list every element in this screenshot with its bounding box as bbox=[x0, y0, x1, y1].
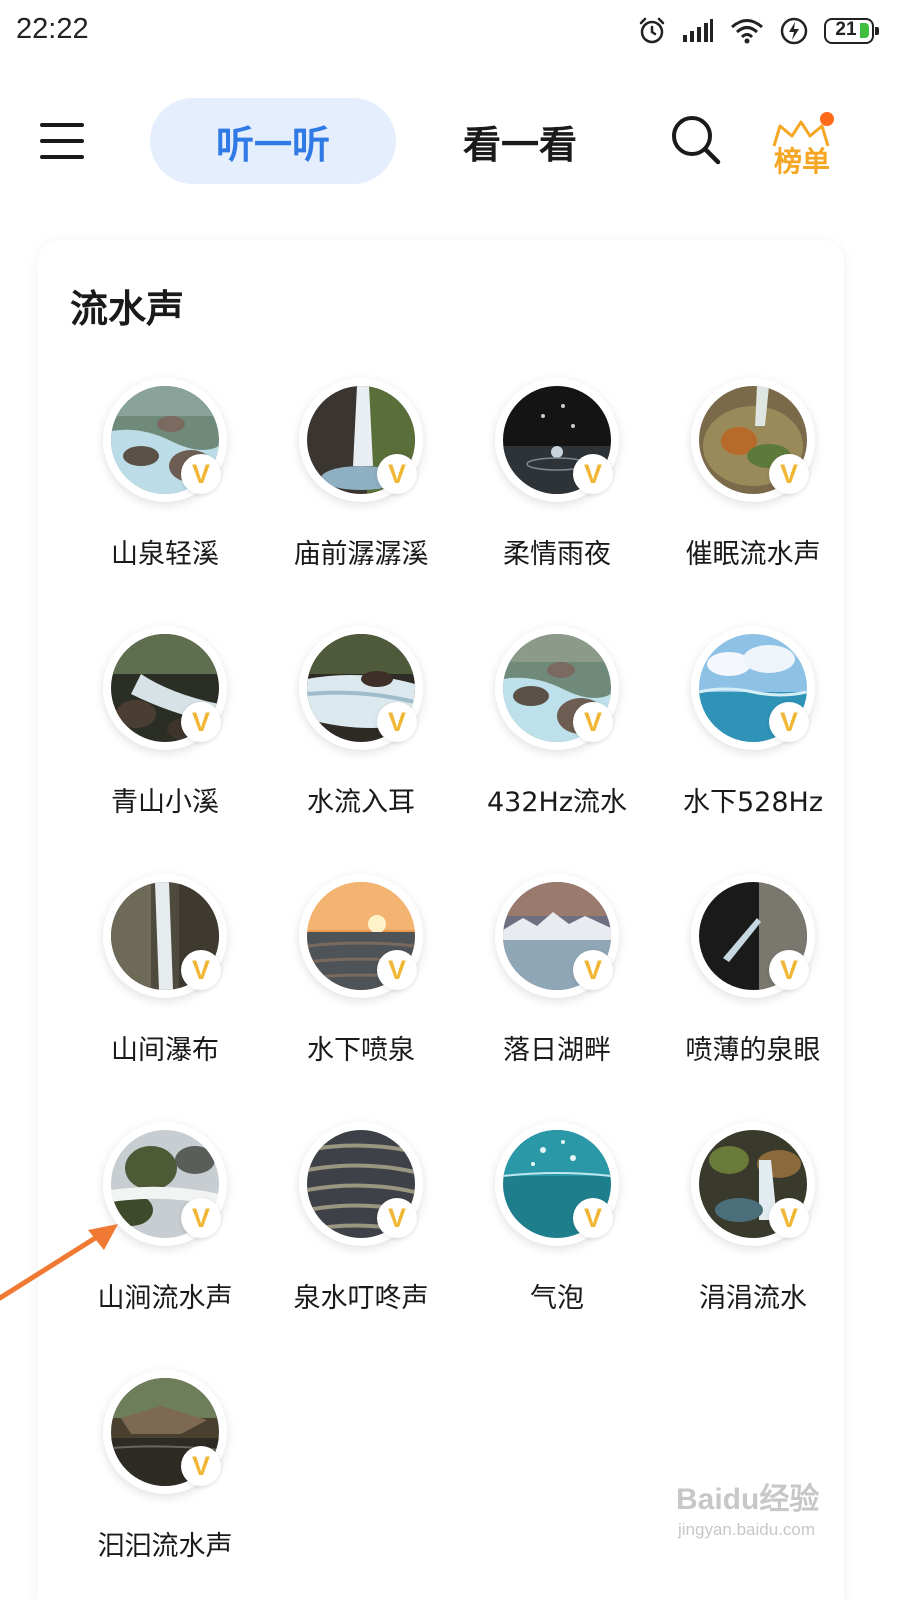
sound-item[interactable]: V 水流入耳 bbox=[254, 488, 450, 818]
vip-badge-text: V bbox=[191, 1450, 210, 1481]
ranking-button[interactable]: 榜单 bbox=[770, 110, 838, 180]
vip-badge-text: V bbox=[387, 954, 406, 985]
tab-watch[interactable]: 看一看 bbox=[420, 98, 620, 184]
vip-badge-icon: V bbox=[181, 1446, 221, 1486]
vip-badge-text: V bbox=[387, 458, 406, 489]
vip-badge-icon: V bbox=[377, 1198, 417, 1238]
sound-thumbnail[interactable]: V bbox=[495, 626, 619, 750]
menu-icon[interactable] bbox=[40, 119, 86, 165]
sound-thumbnail[interactable]: V bbox=[103, 626, 227, 750]
vip-badge-text: V bbox=[779, 458, 798, 489]
vip-badge-icon: V bbox=[573, 1198, 613, 1238]
ranking-label: 榜单 bbox=[774, 145, 831, 178]
status-icons: 21 bbox=[638, 14, 879, 48]
sound-category-card: 流水声 V 山泉轻溪 V 庙前潺潺溪 V 柔情雨夜 V 催眠流水声 V 青山小溪 V 水流入耳 V 432… bbox=[38, 240, 844, 1600]
vip-badge-text: V bbox=[779, 1202, 798, 1233]
sound-item[interactable]: V 432Hz流水 bbox=[450, 488, 646, 818]
vip-badge-text: V bbox=[583, 954, 602, 985]
battery-nub bbox=[875, 27, 879, 35]
sound-thumbnail[interactable]: V bbox=[299, 874, 423, 998]
sound-thumbnail[interactable]: V bbox=[495, 874, 619, 998]
sound-item[interactable]: V 山涧流水声 bbox=[58, 984, 254, 1314]
sound-thumbnail[interactable]: V bbox=[103, 1122, 227, 1246]
sound-item[interactable]: V 气泡 bbox=[450, 984, 646, 1314]
sound-thumbnail[interactable]: V bbox=[299, 378, 423, 502]
sound-item[interactable]: V 喷薄的泉眼 bbox=[646, 736, 842, 1066]
charging-icon bbox=[780, 17, 808, 45]
sound-item[interactable]: V 山泉轻溪 bbox=[58, 240, 254, 570]
vip-badge-text: V bbox=[583, 706, 602, 737]
status-time: 22:22 bbox=[16, 13, 89, 45]
tab-listen[interactable]: 听一听 bbox=[150, 98, 396, 184]
vip-badge-text: V bbox=[583, 1202, 602, 1233]
battery-level: 21 bbox=[835, 19, 857, 40]
sound-item-label: 汩汩流水声 bbox=[97, 1531, 233, 1562]
wifi-icon bbox=[730, 18, 764, 44]
sound-item[interactable]: V 涓涓流水 bbox=[646, 984, 842, 1314]
vip-badge-text: V bbox=[387, 1202, 406, 1233]
status-bar: 22:22 21 bbox=[0, 0, 900, 64]
vip-badge-text: V bbox=[387, 706, 406, 737]
sound-thumbnail[interactable]: V bbox=[691, 874, 815, 998]
sound-thumbnail[interactable]: V bbox=[691, 378, 815, 502]
signal-icon bbox=[682, 19, 714, 43]
sound-thumbnail[interactable]: V bbox=[103, 1370, 227, 1494]
vip-badge-text: V bbox=[779, 954, 798, 985]
vip-badge-icon: V bbox=[769, 1198, 809, 1238]
sound-item[interactable]: V 柔情雨夜 bbox=[450, 240, 646, 570]
sound-thumbnail[interactable]: V bbox=[495, 378, 619, 502]
sound-item[interactable]: V 水下528Hz bbox=[646, 488, 842, 818]
sound-item[interactable]: V 青山小溪 bbox=[58, 488, 254, 818]
vip-badge-text: V bbox=[191, 954, 210, 985]
header: 听一听 看一看 榜单 bbox=[0, 90, 900, 200]
vip-badge-text: V bbox=[191, 1202, 210, 1233]
screen: 22:22 21 听一听 看一看 榜单 流水声 V 山泉轻溪 V 庙前潺潺溪 V… bbox=[0, 0, 900, 1600]
sound-item[interactable]: V 水下喷泉 bbox=[254, 736, 450, 1066]
sound-thumbnail[interactable]: V bbox=[299, 1122, 423, 1246]
sound-item[interactable]: V 山间瀑布 bbox=[58, 736, 254, 1066]
battery-icon: 21 bbox=[824, 18, 879, 44]
vip-badge-text: V bbox=[779, 706, 798, 737]
alarm-icon bbox=[638, 17, 666, 45]
sound-thumbnail[interactable]: V bbox=[103, 874, 227, 998]
sound-item[interactable]: V 庙前潺潺溪 bbox=[254, 240, 450, 570]
sound-thumbnail[interactable]: V bbox=[103, 378, 227, 502]
search-icon[interactable] bbox=[668, 112, 724, 168]
sound-item-label: 气泡 bbox=[530, 1283, 584, 1314]
sound-thumbnail[interactable]: V bbox=[495, 1122, 619, 1246]
sound-item[interactable]: V 汩汩流水声 bbox=[58, 1232, 254, 1562]
sound-item-label: 涓涓流水 bbox=[699, 1283, 807, 1314]
vip-badge-text: V bbox=[583, 458, 602, 489]
sound-thumbnail[interactable]: V bbox=[691, 1122, 815, 1246]
notification-dot bbox=[820, 112, 834, 126]
sound-item[interactable]: V 泉水叮咚声 bbox=[254, 984, 450, 1314]
sound-item[interactable]: V 落日湖畔 bbox=[450, 736, 646, 1066]
sound-thumbnail[interactable]: V bbox=[299, 626, 423, 750]
vip-badge-text: V bbox=[191, 706, 210, 737]
vip-badge-text: V bbox=[191, 458, 210, 489]
sound-thumbnail[interactable]: V bbox=[691, 626, 815, 750]
sound-item-label: 泉水叮咚声 bbox=[293, 1283, 429, 1314]
sound-item[interactable]: V 催眠流水声 bbox=[646, 240, 842, 570]
